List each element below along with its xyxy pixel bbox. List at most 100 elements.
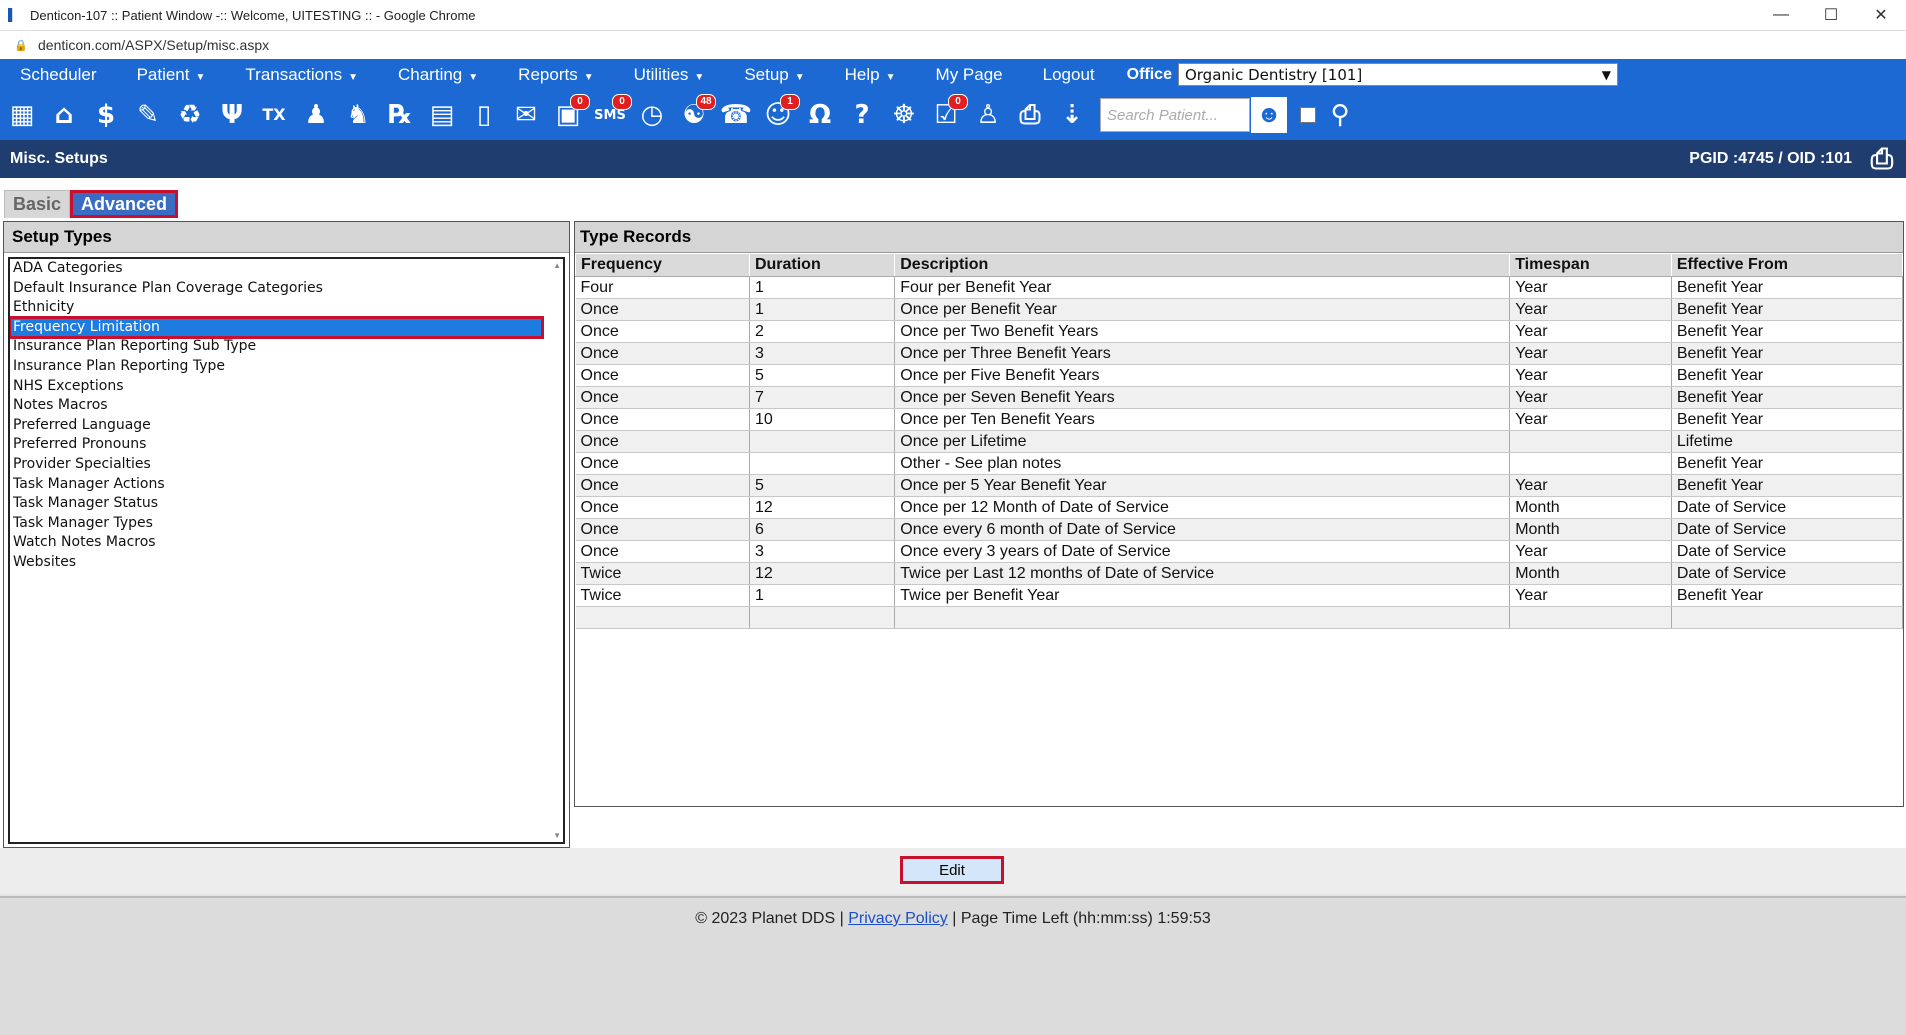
prescription-icon[interactable]: ℞ <box>382 97 418 133</box>
tab-advanced[interactable]: Advanced <box>70 190 178 218</box>
tooth-icon[interactable]: Ψ <box>214 97 250 133</box>
maximize-icon[interactable]: ☐ <box>1806 5 1856 25</box>
list-item[interactable]: Provider Specialties <box>10 455 542 475</box>
list-item[interactable]: NHS Exceptions <box>10 377 542 397</box>
minimize-icon[interactable]: — <box>1756 6 1806 24</box>
tooth-chart-icon[interactable]: ♻ <box>172 97 208 133</box>
close-icon[interactable]: ✕ <box>1856 5 1906 25</box>
menu-logout[interactable]: Logout <box>1043 65 1095 85</box>
list-item[interactable]: Task Manager Types <box>10 514 542 534</box>
patient-search-icon[interactable]: ☻ <box>1250 96 1288 134</box>
list-item[interactable]: ADA Categories <box>10 259 542 279</box>
list-item[interactable]: Insurance Plan Reporting Type <box>10 357 542 377</box>
add-patient-icon[interactable]: ♟ <box>298 97 334 133</box>
office-label: Office <box>1126 65 1172 83</box>
list-item[interactable]: Default Insurance Plan Coverage Categori… <box>10 279 542 299</box>
table-row[interactable] <box>575 606 1903 629</box>
list-item[interactable]: Preferred Language <box>10 416 542 436</box>
notes-icon[interactable]: ▤ <box>424 97 460 133</box>
menu-help[interactable]: Help ▼ <box>845 65 896 85</box>
privacy-policy-link[interactable]: Privacy Policy <box>848 910 948 927</box>
chevron-down-icon: ▼ <box>885 71 896 83</box>
list-item[interactable]: Preferred Pronouns <box>10 435 542 455</box>
clock-icon[interactable]: ◷ <box>634 97 670 133</box>
list-item[interactable]: Task Manager Status <box>10 494 542 514</box>
web-settings-icon[interactable]: ☸ <box>886 97 922 133</box>
table-cell: 3 <box>749 540 896 563</box>
menu-charting[interactable]: Charting ▼ <box>398 65 478 85</box>
list-item[interactable]: Ethnicity <box>10 298 542 318</box>
table-row[interactable]: Once 3 Once every 3 years of Date of Servi… <box>575 540 1903 563</box>
table-cell: Twice <box>575 562 750 585</box>
table-row[interactable]: Once 3 Once per Three Benefit Years Year Ben… <box>575 342 1903 365</box>
column-header[interactable]: Frequency <box>575 253 750 277</box>
search-patient-input[interactable]: Search Patient... <box>1100 98 1250 132</box>
menu-setup[interactable]: Setup ▼ <box>744 65 804 85</box>
browser-titlebar: Denticon-107 :: Patient Window -:: Welco… <box>0 0 1906 31</box>
menu-patient[interactable]: Patient ▼ <box>137 65 206 85</box>
list-item[interactable]: Task Manager Actions <box>10 475 542 495</box>
sms-icon[interactable]: SMS 0 <box>592 94 632 133</box>
printer-icon[interactable]: ⎙ <box>1012 97 1048 133</box>
document-icon[interactable]: ▯ <box>466 97 502 133</box>
mail-icon[interactable]: ✉ <box>508 97 544 133</box>
list-item[interactable]: Insurance Plan Reporting Sub Type <box>10 337 542 357</box>
dental-icon[interactable]: Ω <box>802 97 838 133</box>
menu-reports-label: Reports <box>518 64 578 84</box>
column-header[interactable]: Effective From <box>1670 253 1903 277</box>
table-cell: Once per Lifetime <box>894 430 1511 453</box>
table-cell: Benefit Year <box>1671 584 1903 607</box>
menu-my-page[interactable]: My Page <box>936 65 1003 85</box>
print-icon[interactable]: ⎙ <box>1864 143 1900 174</box>
group-icon[interactable]: ♙ <box>970 97 1006 133</box>
list-item[interactable]: Watch Notes Macros <box>10 533 542 553</box>
tab-basic[interactable]: Basic <box>4 190 70 218</box>
advanced-search-icon[interactable]: ⚲ <box>1322 97 1358 133</box>
message-icon[interactable]: ▣ 0 <box>550 94 590 133</box>
menu-scheduler[interactable]: Scheduler <box>20 65 97 85</box>
list-item[interactable]: Notes Macros <box>10 396 542 416</box>
column-header[interactable]: Duration <box>748 253 896 277</box>
table-row[interactable]: Twice 12 Twice per Last 12 months of Date … <box>575 562 1903 585</box>
scroll-up-icon[interactable]: ▲ <box>553 261 561 270</box>
table-row[interactable]: Once 2 Once per Two Benefit Years Year Benef… <box>575 320 1903 343</box>
table-row[interactable]: Once 5 Once per 5 Year Benefit Year Year Ben… <box>575 474 1903 497</box>
question-icon[interactable]: ? <box>844 97 880 133</box>
edit-pen-icon[interactable]: ✎ <box>130 97 166 133</box>
dollar-icon[interactable]: $ <box>88 97 124 133</box>
menu-utilities[interactable]: Utilities ▼ <box>634 65 705 85</box>
table-row[interactable]: Once 10 Once per Ten Benefit Years Year Bene… <box>575 408 1903 431</box>
table-row[interactable]: Four 1 Four per Benefit Year Year Benefit Ye… <box>575 276 1903 299</box>
treatment-icon[interactable]: TX <box>256 97 292 133</box>
column-header[interactable]: Timespan <box>1509 253 1672 277</box>
calendar-icon[interactable]: ▦ <box>4 97 40 133</box>
setup-types-list[interactable]: ▲ ▼ ADA Categories Default Insurance Plan… <box>8 257 565 844</box>
list-item[interactable]: Frequency Limitation <box>10 315 544 340</box>
table-row[interactable]: Once 7 Once per Seven Benefit Years Year Ben… <box>575 386 1903 409</box>
table-row[interactable]: Twice 1 Twice per Benefit Year Year Benefit … <box>575 584 1903 607</box>
list-item[interactable]: Websites <box>10 553 542 573</box>
doc-check-icon[interactable]: ☑ 0 <box>928 94 968 133</box>
table-row[interactable]: Once Once per Lifetime Lifetime <box>575 430 1903 453</box>
globe-icon[interactable]: ☯ 48 <box>676 94 716 133</box>
column-header[interactable]: Description <box>894 253 1511 277</box>
search-checkbox[interactable] <box>1300 107 1316 123</box>
table-row[interactable]: Once 6 Once every 6 month of Date of Servi… <box>575 518 1903 541</box>
lock-icon: 🔒 <box>14 39 28 52</box>
address-bar[interactable]: 🔒 denticon.com/ASPX/Setup/misc.aspx <box>0 31 1906 59</box>
edit-button[interactable]: Edit <box>900 856 1004 884</box>
scroll-down-icon[interactable]: ▼ <box>553 831 561 840</box>
office-select[interactable]: Organic Dentistry [101] ▼ <box>1177 63 1618 86</box>
add-family-icon[interactable]: ♞ <box>340 97 376 133</box>
download-icon[interactable]: ⇣ <box>1054 97 1090 133</box>
table-row[interactable]: Once 1 Once per Benefit Year Year Benefit Ye… <box>575 298 1903 321</box>
url-text[interactable]: denticon.com/ASPX/Setup/misc.aspx <box>38 37 269 53</box>
table-row[interactable]: Once 12 Once per 12 Month of Date of Servi… <box>575 496 1903 519</box>
table-row[interactable]: Once 5 Once per Five Benefit Years Year Bene… <box>575 364 1903 387</box>
menu-reports[interactable]: Reports ▼ <box>518 65 593 85</box>
user-alert-icon[interactable]: ☺ 1 <box>760 94 800 133</box>
support-icon[interactable]: ☎ <box>718 97 754 133</box>
table-row[interactable]: Once Other - See plan notes Benefit Year <box>575 452 1903 475</box>
home-icon[interactable]: ⌂ <box>46 97 82 133</box>
menu-transactions[interactable]: Transactions ▼ <box>245 65 358 85</box>
